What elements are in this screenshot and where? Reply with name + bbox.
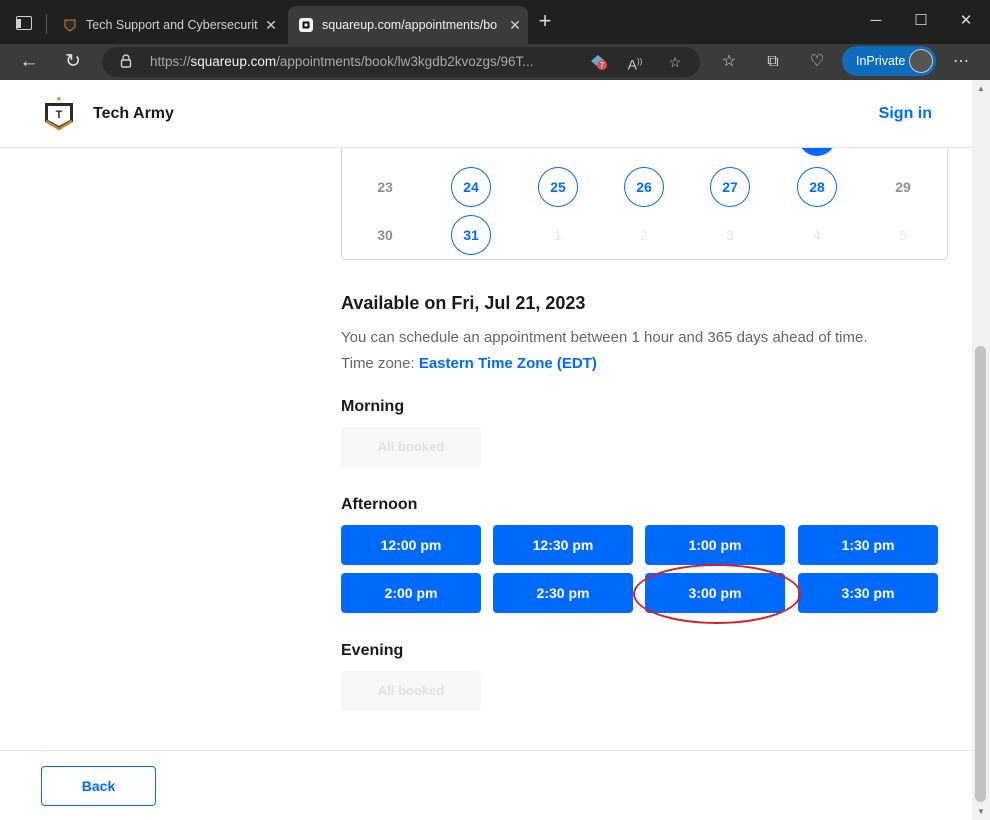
- browser-toolbar: ← ↻ https://squareup.com/appointments/bo…: [0, 44, 990, 80]
- more-options-icon[interactable]: ⋯: [948, 50, 974, 74]
- scroll-up-arrow-icon[interactable]: ▲: [977, 84, 985, 93]
- calendar-day-31[interactable]: 31: [451, 215, 491, 255]
- close-window-icon[interactable]: ✕: [953, 10, 979, 32]
- address-bar[interactable]: https://squareup.com/appointments/book/l…: [102, 47, 700, 77]
- evening-heading: Evening: [341, 642, 404, 659]
- close-tab-icon[interactable]: ✕: [258, 17, 284, 34]
- tab-title: squareup.com/appointments/bo: [322, 18, 498, 32]
- browser-essentials-icon[interactable]: ♡: [804, 50, 830, 74]
- favorites-icon[interactable]: ☆: [716, 50, 742, 74]
- morning-all-booked: All booked: [341, 427, 481, 467]
- timezone-link[interactable]: Eastern Time Zone (EDT): [419, 355, 597, 372]
- time-slot-button[interactable]: 3:00 pm: [645, 573, 785, 613]
- lock-icon: [120, 54, 132, 68]
- site-header: ★ T Tech Army Sign in: [0, 80, 972, 148]
- tech-army-logo-icon[interactable]: ★ T: [42, 94, 76, 134]
- svg-text:7: 7: [600, 61, 605, 70]
- browser-tab-strip: Tech Support and Cybersecurity ✕ squareu…: [0, 0, 990, 44]
- calendar-day-29: 29: [895, 179, 911, 195]
- evening-all-booked: All booked: [341, 671, 481, 711]
- time-slot-button[interactable]: 1:00 pm: [645, 525, 785, 565]
- square-favicon-icon: [299, 18, 313, 32]
- sign-in-link[interactable]: Sign in: [879, 105, 932, 123]
- url-text: https://squareup.com/appointments/book/l…: [150, 54, 534, 69]
- browser-tab-tech-support[interactable]: Tech Support and Cybersecurity ✕: [52, 6, 284, 44]
- schedule-note: You can schedule an appointment between …: [341, 329, 868, 346]
- close-tab-icon[interactable]: ✕: [502, 17, 528, 34]
- calendar-day-5: 5: [899, 227, 907, 243]
- brand-name[interactable]: Tech Army: [93, 105, 174, 123]
- calendar-day-25[interactable]: 25: [538, 167, 578, 207]
- calendar-day-23: 23: [377, 179, 393, 195]
- browser-tab-squareup[interactable]: squareup.com/appointments/bo ✕: [288, 6, 528, 44]
- calendar-day-24[interactable]: 24: [451, 167, 491, 207]
- maximize-icon[interactable]: ☐: [908, 10, 934, 32]
- timezone-label: Time zone:: [341, 355, 415, 372]
- tech-army-favicon-icon: [64, 19, 76, 32]
- tab-divider: [46, 14, 47, 34]
- back-button[interactable]: Back: [41, 766, 156, 806]
- time-slot-button[interactable]: 2:30 pm: [493, 573, 633, 613]
- collections-icon[interactable]: ⧉: [760, 50, 786, 74]
- calendar-day-3: 3: [726, 227, 734, 243]
- read-aloud-icon[interactable]: A)): [624, 52, 646, 73]
- calendar-day-27[interactable]: 27: [710, 167, 750, 207]
- calendar-day-28[interactable]: 28: [797, 167, 837, 207]
- afternoon-heading: Afternoon: [341, 496, 418, 513]
- time-slot-button[interactable]: 1:30 pm: [798, 525, 938, 565]
- profile-avatar: [909, 49, 933, 73]
- morning-heading: Morning: [341, 398, 405, 415]
- page-footer: Back: [0, 750, 972, 820]
- refresh-icon[interactable]: ↻: [60, 50, 86, 74]
- availability-title: Available on Fri, Jul 21, 2023: [341, 293, 586, 313]
- tab-title: Tech Support and Cybersecurity: [86, 18, 258, 32]
- back-arrow-icon[interactable]: ←: [16, 50, 42, 74]
- time-slot-button[interactable]: 12:00 pm: [341, 525, 481, 565]
- tracking-prevention-icon[interactable]: 7: [588, 53, 608, 71]
- favorite-star-icon[interactable]: ☆: [664, 52, 686, 72]
- calendar-day-4: 4: [813, 227, 821, 243]
- minimize-icon[interactable]: ─: [863, 10, 889, 32]
- booking-page: ★ T Tech Army Sign in 23 24 25 26 27 28 29 30 31…: [0, 80, 972, 820]
- scroll-down-arrow-icon[interactable]: ▼: [977, 807, 985, 816]
- calendar-day-30: 30: [377, 227, 393, 243]
- calendar-day-2: 2: [640, 227, 648, 243]
- time-slot-button[interactable]: 3:30 pm: [798, 573, 938, 613]
- time-slot-button[interactable]: 12:30 pm: [493, 525, 633, 565]
- time-slot-button[interactable]: 2:00 pm: [341, 573, 481, 613]
- svg-text:★: ★: [56, 95, 62, 103]
- inprivate-label: InPrivate: [856, 54, 906, 68]
- page-scrollbar[interactable]: ▲ ▼: [972, 80, 990, 820]
- timezone-line: Time zone: Eastern Time Zone (EDT): [341, 355, 597, 372]
- scroll-thumb[interactable]: [975, 346, 986, 802]
- calendar-day-26[interactable]: 26: [624, 167, 664, 207]
- tab-actions-icon[interactable]: [16, 16, 32, 30]
- svg-text:T: T: [56, 109, 63, 121]
- new-tab-icon[interactable]: +: [534, 10, 556, 32]
- inprivate-button[interactable]: InPrivate: [842, 46, 936, 76]
- calendar-day-1: 1: [554, 227, 562, 243]
